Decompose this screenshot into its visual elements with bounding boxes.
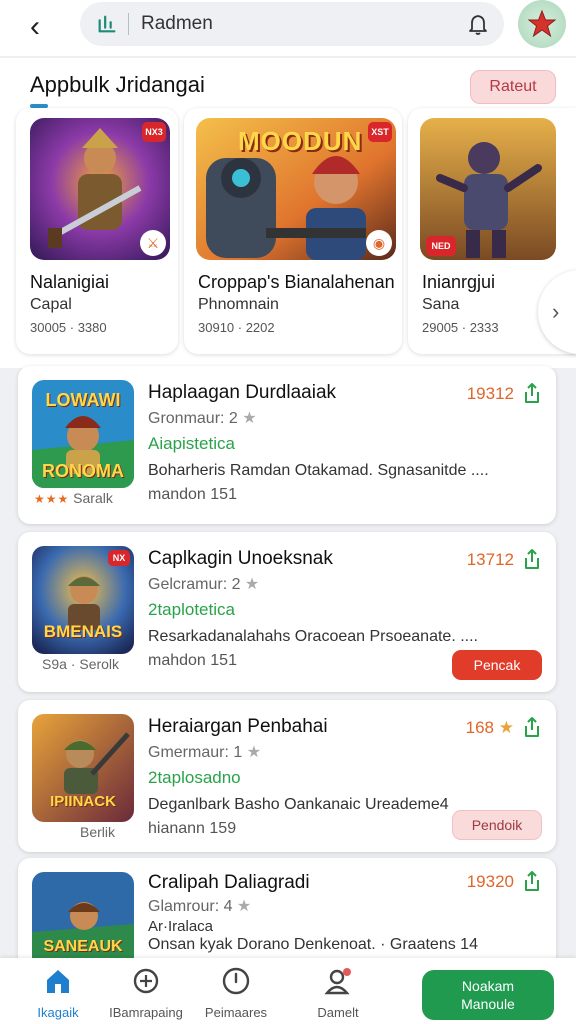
cta-label-line1: Noakam [461, 978, 515, 994]
featured-meta: 30910 · 2202 [198, 320, 275, 335]
star-icon: ★ [242, 744, 262, 761]
featured-meta: 30005 · 3380 [30, 320, 107, 335]
search-input[interactable]: Radmen [141, 13, 213, 35]
featured-subtitle: Phnomnain [198, 296, 279, 313]
top-bar: ‹ Radmen [0, 0, 576, 56]
app-price: 19320 [466, 872, 514, 891]
app-price: 13712 [466, 550, 514, 569]
featured-card[interactable]: NX3 ⚔ Nalanigiai Capal 30005 · 3380 [16, 108, 178, 354]
featured-subtitle: Capal [30, 296, 72, 313]
nav-label: IBamrapaing [109, 1005, 183, 1020]
star-avatar-icon [527, 9, 557, 38]
nav-item-games[interactable]: IBamrapaing [98, 966, 194, 1020]
app-price: 19312 [466, 384, 514, 403]
thumb-title-top: LOWAWI [45, 390, 121, 410]
app-title: Cralipah Daliagradi [148, 872, 310, 893]
section-title: Appbulk Jridangai [30, 72, 205, 97]
featured-badge: NX3 [142, 122, 166, 142]
sword-icon: ⚔ [140, 230, 166, 256]
star-icon: ★ [240, 576, 260, 593]
featured-title: Nalanigiai [30, 272, 110, 292]
back-arrow-icon[interactable]: ‹ [18, 10, 52, 44]
featured-meta: 29005 · 2333 [422, 320, 499, 335]
share-icon[interactable] [522, 870, 542, 892]
featured-artwork: NED [420, 118, 556, 260]
app-developer: Glamrour: 4 ★ [148, 898, 252, 915]
nav-item-updates[interactable]: Peimaares [188, 966, 284, 1020]
app-developer: Gelcramur: 2 ★ [148, 576, 260, 593]
app-title: Caplkagin Unoeksnak [148, 548, 333, 569]
avatar[interactable] [518, 0, 566, 48]
app-thumbnail: IPIINACK [32, 714, 134, 822]
search-bar[interactable]: Radmen [80, 2, 504, 46]
app-title: Haplaagan Durdlaaiak [148, 382, 337, 403]
app-developer: Gmermaur: 1 ★ [148, 744, 262, 761]
star-icon: ★ [498, 718, 514, 737]
bottom-navigation: Ikagaik IBamrapaing Peimaares Damelt Noa… [0, 958, 576, 1024]
user-icon [324, 968, 351, 995]
thumb-badge: NX [108, 550, 130, 566]
app-developer: Gronmaur: 2 ★ [148, 410, 257, 427]
thumb-title-bottom: BMENAIS [43, 622, 123, 641]
section-action-button[interactable]: Rateut [470, 70, 556, 104]
thumb-title-bottom: IPIINACK [50, 793, 116, 810]
app-category: Ar·Iralaca [148, 918, 214, 935]
app-category: 2taplotetica [148, 600, 235, 619]
nav-item-profile[interactable]: Damelt [290, 966, 386, 1020]
featured-subtitle: Sana [422, 296, 460, 313]
notification-bell-icon[interactable] [466, 12, 490, 36]
list-item[interactable]: BMENAIS NX S9a · Serolk Caplkagin Unoeks… [18, 532, 556, 692]
nav-item-home[interactable]: Ikagaik [10, 966, 106, 1020]
thumb-title-bottom: RONOMA [42, 461, 124, 481]
nav-label: Damelt [317, 1005, 359, 1020]
list-item[interactable]: IPIINACK Berlik Heraiargan Penbahai Gmer… [18, 700, 556, 852]
app-title: Heraiargan Penbahai [148, 716, 328, 737]
featured-artwork: NX3 ⚔ [30, 118, 170, 260]
featured-card[interactable]: MOODUN XST ◉ Croppap's Bianalahenan Phno… [184, 108, 402, 354]
star-icon: ★ [232, 898, 252, 915]
app-thumbnail: BMENAIS NX [32, 546, 134, 654]
app-price: 168 ★ [465, 718, 514, 737]
shield-icon: ◉ [366, 230, 392, 256]
primary-cta-button[interactable]: Noakam Manoule [422, 970, 554, 1020]
app-size: mahdon 151 [148, 652, 237, 669]
share-icon[interactable] [522, 382, 542, 404]
app-size: mandon 151 [148, 486, 237, 503]
star-icon: ★ [237, 410, 257, 427]
list-item[interactable]: LOWAWI RONOMA ★★★ Saralk Haplaagan Durdl… [18, 366, 556, 524]
gamepad-icon [133, 968, 159, 994]
rating-stars-icon: ★★★ [34, 492, 70, 506]
featured-badge: XST [368, 122, 392, 142]
featured-title: Croppap's Bianalahenan [198, 272, 395, 292]
chart-icon [98, 15, 116, 33]
thumb-caption: Berlik [80, 824, 116, 840]
share-icon[interactable] [522, 548, 542, 570]
app-description: Boharheris Ramdan Otakamad. Sgnasanitde … [148, 462, 489, 479]
app-thumbnail: LOWAWI RONOMA [32, 380, 134, 488]
thumb-caption: ★★★ Saralk [34, 490, 113, 506]
cta-label-line2: Manoule [461, 996, 515, 1012]
app-description: Onsan kyak Dorano Denkenoat. · Graatens … [148, 936, 478, 953]
nav-label: Ikagaik [37, 1005, 79, 1020]
app-description: Deganlbark Basho Oankanaic Ureademe4 [148, 796, 449, 813]
app-description: Resarkadanalahahs Oracoean Prsoeanate. .… [148, 628, 478, 645]
home-icon [47, 970, 69, 993]
share-icon[interactable] [522, 716, 542, 738]
nav-label: Peimaares [204, 1005, 268, 1020]
search-divider [128, 13, 129, 35]
app-size: hianann 159 [148, 820, 237, 837]
featured-artwork: MOODUN XST ◉ [196, 118, 396, 260]
clock-icon [222, 967, 250, 995]
install-button[interactable]: Pendoik [452, 810, 542, 840]
featured-title: Inianrgjui [422, 272, 496, 292]
install-button[interactable]: Pencak [452, 650, 542, 680]
app-category: 2taplosadno [148, 768, 241, 787]
featured-art-logo: MOODUN [238, 126, 363, 156]
app-category: Aiapistetica [148, 434, 235, 453]
featured-badge: NED [426, 236, 456, 256]
thumb-title-bottom: SANEAUK [43, 938, 123, 955]
thumb-caption: S9a · Serolk [42, 656, 120, 672]
